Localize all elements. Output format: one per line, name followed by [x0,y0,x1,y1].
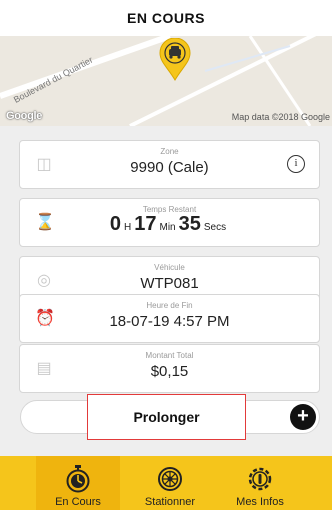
tab-label: Mes Infos [236,496,284,508]
tab-stationner[interactable]: Stationner [128,456,212,510]
google-logo: Google [6,110,43,122]
tab-label: En Cours [55,496,101,508]
zone-card: ◫ Zone 9990 (Cale) i [19,140,320,189]
info-icon[interactable]: i [287,155,305,173]
map[interactable]: Boulevard du Quartier Google Map data ©2… [0,36,332,126]
tab-label: Stationner [144,496,196,508]
page-title: EN COURS [127,10,205,26]
total-amount-label: Montant Total [145,351,194,360]
extend-button[interactable]: Prolonger [87,394,246,440]
total-amount-value: $0,15 [150,363,189,380]
map-attribution: Map data ©2018 Google [231,112,330,122]
end-time-value: 18-07-19 4:57 PM [109,313,230,330]
end-time-card: ⏰ Heure de Fin 18-07-19 4:57 PM [19,294,320,343]
tab-mes-infos[interactable]: Mes Infos [218,456,302,510]
car-pin-icon[interactable] [158,38,192,82]
hours-value: 0 [109,213,122,235]
gear-icon [248,467,272,491]
minutes-value: 17 [134,213,157,235]
total-amount-card: ▤ Montant Total $0,15 [19,344,320,393]
minutes-unit: Min [159,222,176,233]
vehicle-label: Véhicule [154,263,185,272]
tab-en-cours[interactable]: En Cours [36,456,120,510]
remaining-time-value: 0 H 17 Min 35 Secs [20,213,319,236]
seconds-value: 35 [178,213,201,235]
extend-button-label: Prolonger [133,409,200,425]
plus-icon: + [297,405,309,427]
header: EN COURS [0,0,332,36]
wheel-icon [158,467,182,491]
stopwatch-icon [66,465,90,493]
remaining-time-card: ⌛ Temps Restant 0 H 17 Min 35 Secs [19,198,320,247]
zone-value: 9990 (Cale) [130,159,209,176]
end-time-label: Heure de Fin [146,301,193,310]
vehicle-value: WTP081 [140,275,199,292]
zone-label: Zone [160,147,179,156]
seconds-unit: Secs [203,222,227,233]
bottom-tab-bar: En Cours Stationner Mes Infos [0,456,332,510]
add-time-button[interactable]: + [290,404,316,430]
hours-unit: H [124,222,132,233]
